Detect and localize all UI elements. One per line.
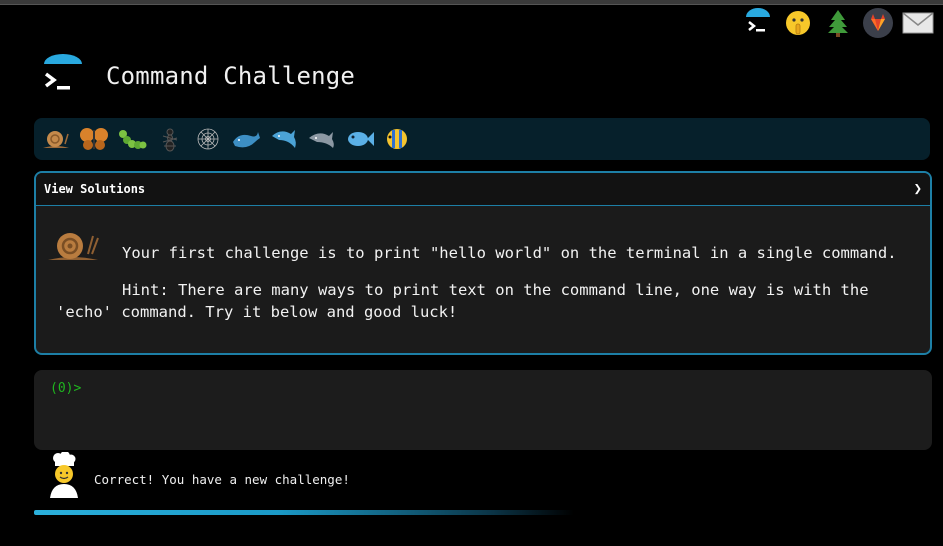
- chevron-right-icon: ❯: [913, 181, 922, 197]
- snail-icon: [46, 228, 100, 270]
- gitlab-icon[interactable]: [861, 8, 895, 38]
- app-logo-icon[interactable]: [42, 54, 84, 98]
- shush-face-icon[interactable]: [781, 8, 815, 38]
- challenge-text: Your first challenge is to print "hello …: [122, 244, 897, 262]
- tree-icon[interactable]: [821, 8, 855, 38]
- dolphin-icon[interactable]: [268, 123, 300, 155]
- page-header: Command Challenge: [42, 54, 355, 98]
- chef-icon: [46, 451, 82, 498]
- terminal-logo-icon[interactable]: [741, 8, 775, 38]
- snail-icon[interactable]: [40, 123, 72, 155]
- view-solutions-label: View Solutions: [44, 182, 146, 196]
- ant-icon[interactable]: [154, 123, 186, 155]
- terminal-prompt: (0)>: [50, 381, 82, 396]
- top-icon-bar: [741, 8, 935, 38]
- dolphin-gray-icon[interactable]: [306, 123, 338, 155]
- hint-text: Hint: There are many ways to print text …: [56, 281, 869, 321]
- terminal-input-area[interactable]: (0)>: [34, 370, 932, 450]
- spider-web-icon[interactable]: [192, 123, 224, 155]
- butterfly-icon[interactable]: [78, 123, 110, 155]
- whale-icon[interactable]: [230, 123, 262, 155]
- view-solutions-toggle[interactable]: View Solutions ❯: [36, 173, 930, 206]
- window-top-border: [0, 0, 943, 5]
- fish-icon[interactable]: [344, 123, 376, 155]
- challenge-panel: View Solutions ❯ Your first challenge is…: [34, 171, 932, 355]
- tropical-fish-icon[interactable]: [382, 123, 414, 155]
- page-title: Command Challenge: [106, 62, 356, 90]
- challenge-hint: Hint: There are many ways to print text …: [56, 279, 906, 323]
- status-message: Correct! You have a new challenge!: [94, 472, 350, 487]
- level-bar: [34, 118, 930, 160]
- mail-icon[interactable]: [901, 8, 935, 38]
- progress-bar: [34, 510, 574, 515]
- caterpillar-icon[interactable]: [116, 123, 148, 155]
